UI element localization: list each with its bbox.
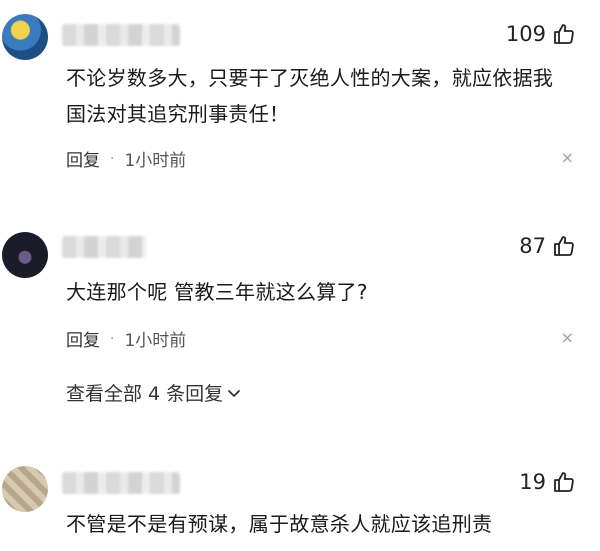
thumbs-up-icon[interactable]	[552, 470, 576, 494]
comment-text: 不管是不是有预谋，属于故意杀人就应该追刑责	[66, 506, 586, 542]
comment-text-line: 不管是不是有预谋，属于故意杀人就应该追刑责	[66, 512, 493, 536]
avatar[interactable]	[2, 466, 48, 512]
like-count: 19	[519, 470, 546, 494]
comment-item: 19 不管是不是有预谋，属于故意杀人就应该追刑责	[0, 0, 600, 551]
username-blurred[interactable]	[62, 472, 180, 494]
like-count-group[interactable]: 19	[519, 470, 576, 494]
